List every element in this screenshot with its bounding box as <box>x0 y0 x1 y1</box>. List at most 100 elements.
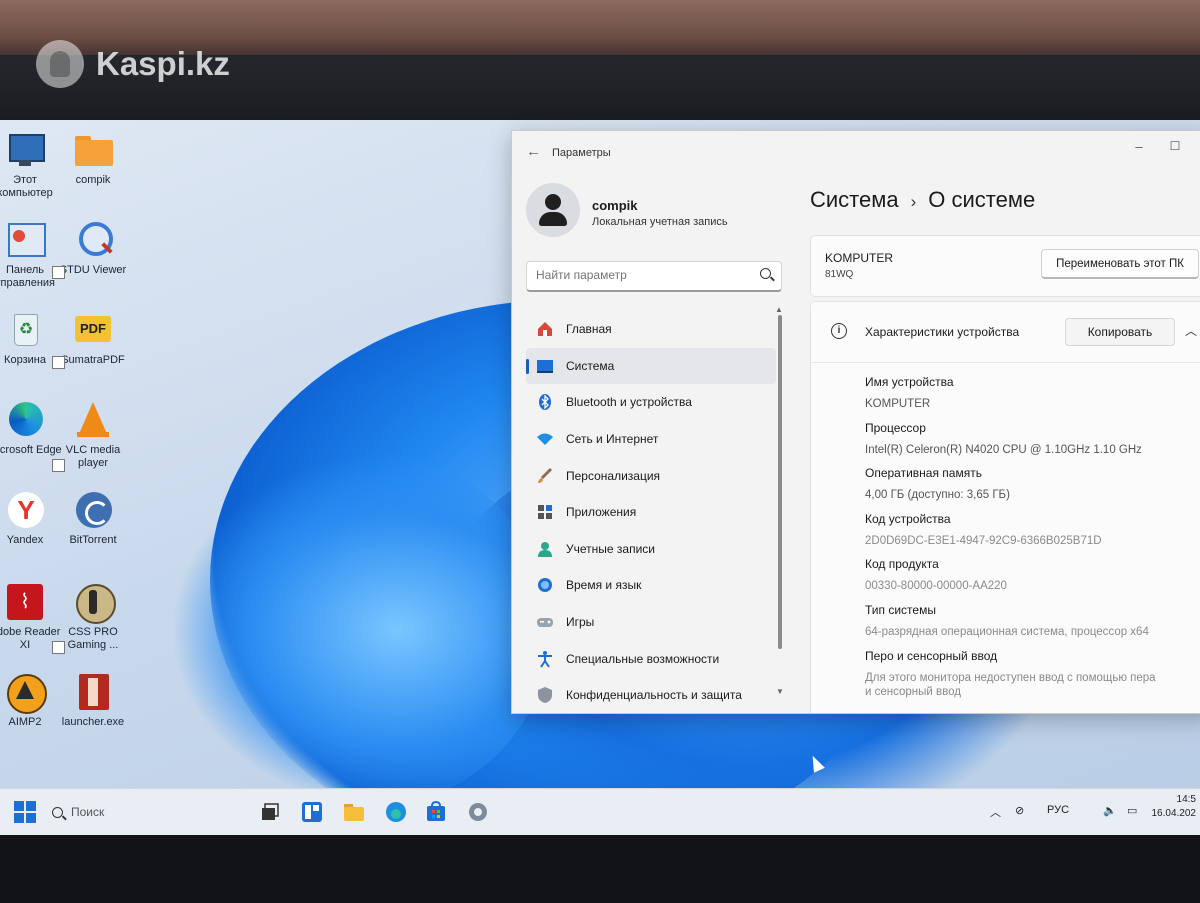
settings-search-input[interactable] <box>527 262 746 288</box>
brush-icon <box>536 467 554 485</box>
breadcrumb-separator: › <box>910 192 917 211</box>
watermark-text: Kaspi.kz <box>96 45 230 82</box>
settings-search[interactable] <box>526 261 782 292</box>
desktop-icon-stdu-viewer[interactable]: STDU Viewer <box>52 220 132 279</box>
volume-icon[interactable]: 🔈 <box>1103 804 1117 817</box>
desktop-icon-css-pro[interactable]: CSS PRO Gaming ... <box>52 582 132 654</box>
bittorrent-icon <box>73 490 113 530</box>
task-view-icon[interactable] <box>258 800 282 824</box>
recycle-bin-icon: ♻ <box>5 310 45 350</box>
clock-date: 16.04.202 <box>1151 808 1197 819</box>
info-icon: i <box>831 323 847 339</box>
kaspi-watermark: Kaspi.kz <box>36 38 230 90</box>
store-icon[interactable] <box>424 800 448 824</box>
device-specs-card: i Характеристики устройства Копировать ︿… <box>810 301 1200 713</box>
spec-row-pen-touch: Перо и сенсорный ввод Для этого монитора… <box>865 648 1156 698</box>
desktop-icon-vlc[interactable]: VLC media player <box>52 400 132 472</box>
edge-icon <box>5 400 45 440</box>
back-arrow-icon[interactable]: ← <box>526 143 541 160</box>
apps-icon <box>536 503 554 521</box>
nav-item-accessibility[interactable]: Специальные возможности <box>526 640 776 677</box>
launcher-icon <box>73 672 113 712</box>
nav-item-personalization[interactable]: Персонализация <box>526 457 776 494</box>
copy-button[interactable]: Копировать <box>1065 318 1175 346</box>
settings-icon[interactable] <box>466 800 490 824</box>
settings-nav: Главная Система Bluetooth и устройства С… <box>526 311 776 713</box>
nav-item-system[interactable]: Система <box>526 347 776 385</box>
spec-row-system-type: Тип системы 64-разрядная операционная си… <box>865 602 1149 638</box>
breadcrumb-current: О системе <box>928 187 1036 212</box>
minimize-button[interactable]: – <box>1128 139 1150 159</box>
scroll-down-arrow-icon[interactable]: ▼ <box>776 687 784 696</box>
maximize-button[interactable]: ☐ <box>1164 139 1186 159</box>
widgets-icon[interactable] <box>300 800 324 824</box>
spec-row-device-name: Имя устройства KOMPUTER <box>865 375 954 410</box>
taskbar-search-placeholder: Поиск <box>71 805 105 819</box>
battery-icon[interactable]: ▭ <box>1127 804 1137 817</box>
accessibility-icon <box>536 650 554 668</box>
nav-item-accounts[interactable]: Учетные записи <box>526 531 776 568</box>
device-specs-list: Имя устройства KOMPUTER Процессор Intel(… <box>865 374 1200 698</box>
control-panel-icon <box>5 220 46 260</box>
home-icon <box>536 320 554 338</box>
wifi-icon <box>536 430 554 448</box>
spec-row-ram: Оперативная память 4,00 ГБ (доступно: 3,… <box>865 466 1010 502</box>
device-specs-title: Характеристики устройства <box>865 325 1020 339</box>
stdu-viewer-icon <box>73 220 113 260</box>
language-indicator[interactable]: РУС <box>1047 804 1069 816</box>
avatar[interactable] <box>526 183 580 237</box>
desktop-icon-launcher[interactable]: launcher.exe <box>54 672 132 729</box>
nav-scrollbar[interactable] <box>778 315 782 649</box>
nav-item-apps[interactable]: Приложения <box>526 494 776 531</box>
search-icon <box>52 806 63 818</box>
taskbar-search[interactable]: Поиск <box>52 799 232 825</box>
bluetooth-icon <box>536 393 554 411</box>
this-pc-icon <box>5 130 45 170</box>
gamepad-icon <box>536 613 554 631</box>
nav-item-network[interactable]: Сеть и Интернет <box>526 421 776 458</box>
sumatrapdf-icon: PDF <box>73 310 113 350</box>
wallpaper-bloom <box>170 450 550 810</box>
taskbar: Поиск ︿ ⊘ РУС 🔈 ▭ 14:5 16.04.202 <box>0 788 1200 836</box>
file-explorer-icon[interactable] <box>342 800 366 824</box>
clock[interactable]: 14:5 16.04.202 <box>1152 793 1197 821</box>
monitor-bezel-bottom <box>0 835 1200 903</box>
accounts-icon <box>536 540 554 558</box>
scroll-up-arrow-icon[interactable]: ▲ <box>775 305 783 314</box>
system-icon <box>536 357 554 375</box>
chevron-up-icon[interactable]: ︿ <box>1185 322 1197 339</box>
nav-item-gaming[interactable]: Игры <box>526 604 776 641</box>
shield-icon <box>536 686 554 704</box>
device-specs-header[interactable]: i Характеристики устройства Копировать ︿ <box>811 302 1200 363</box>
spec-row-product-id: Код продукта 00330-80000-00000-AA220 <box>865 557 1007 593</box>
adobe-reader-icon: ⌇ <box>5 582 45 622</box>
breadcrumb: Система › О системе <box>810 187 1035 213</box>
start-button[interactable] <box>13 800 37 824</box>
pc-name: KOMPUTER <box>825 251 894 265</box>
aimp-icon <box>5 672 47 714</box>
nav-item-bluetooth[interactable]: Bluetooth и устройства <box>526 384 776 421</box>
globe-icon <box>536 576 554 594</box>
nav-item-home[interactable]: Главная <box>526 311 776 348</box>
edge-icon[interactable] <box>384 800 408 824</box>
css-pro-icon <box>73 582 116 624</box>
windows-logo-icon <box>14 801 36 823</box>
user-name: compik <box>592 198 638 213</box>
chevron-up-icon[interactable]: ︿ <box>990 804 1001 820</box>
desktop-icon-bittorrent[interactable]: BitTorrent <box>54 490 132 547</box>
user-account-type: Локальная учетная запись <box>592 216 728 228</box>
kaspi-logo-icon <box>36 40 84 88</box>
nav-item-time-language[interactable]: Время и язык <box>526 567 776 604</box>
search-icon[interactable] <box>760 268 771 279</box>
breadcrumb-parent[interactable]: Система <box>810 187 899 212</box>
vlc-icon <box>73 400 113 440</box>
nav-item-privacy[interactable]: Конфиденциальность и защита <box>526 677 776 713</box>
yandex-icon: Y <box>5 490 45 530</box>
desktop-icon-compik[interactable]: compik <box>54 130 132 187</box>
pc-name-card: KOMPUTER 81WQ Переименовать этот ПК <box>810 235 1200 297</box>
network-off-icon[interactable]: ⊘ <box>1015 804 1024 817</box>
settings-window: ← Параметры – ☐ compik Локальная учетная… <box>511 130 1200 714</box>
desktop-icon-sumatrapdf[interactable]: PDF SumatraPDF <box>52 310 132 369</box>
rename-pc-button[interactable]: Переименовать этот ПК <box>1041 249 1199 279</box>
pc-model: 81WQ <box>825 269 854 280</box>
